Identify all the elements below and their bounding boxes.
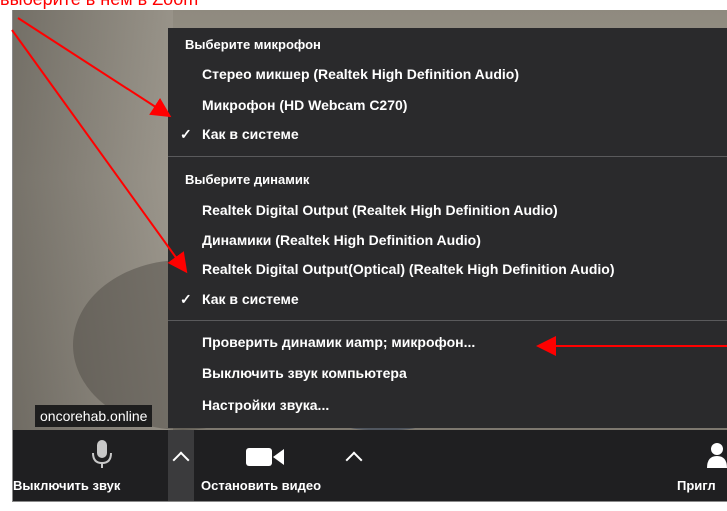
menu-item-audio-settings[interactable]: Настройки звука...: [168, 392, 727, 418]
audio-options-caret[interactable]: [168, 430, 194, 501]
menu-divider: [168, 156, 727, 157]
meeting-toolbar: Выключить звук Остановить видео Пригл: [13, 430, 727, 501]
stop-video-button[interactable]: Остановить видео: [199, 430, 345, 501]
menu-item-label: Микрофон (HD Webcam C270): [202, 97, 408, 113]
menu-item-microphone-system[interactable]: ✓ Как в системе: [168, 121, 727, 147]
video-camera-icon: [246, 448, 284, 466]
menu-item-speaker-optical[interactable]: Realtek Digital Output(Optical) (Realtek…: [168, 256, 727, 282]
person-icon: [707, 443, 727, 468]
invite-button-label: Пригл: [677, 478, 716, 493]
menu-divider: [168, 320, 727, 321]
mute-button-label: Выключить звук: [13, 478, 121, 493]
menu-item-microphone-webcam[interactable]: Микрофон (HD Webcam C270): [168, 92, 727, 118]
menu-item-speaker-digital-output[interactable]: Realtek Digital Output (Realtek High Def…: [168, 197, 727, 223]
menu-item-label: Проверить динамик иamp; микрофон...: [202, 334, 476, 350]
speaker-section-header: Выберите динамик: [185, 172, 310, 187]
mute-button[interactable]: Выключить звук: [13, 430, 168, 501]
microphone-section-header: Выберите микрофон: [185, 37, 321, 52]
menu-item-label: Стерео микшер (Realtek High Definition A…: [202, 66, 519, 82]
chevron-up-icon: [345, 451, 363, 469]
annotation-caption: выберите в нём в Zoom: [0, 0, 198, 10]
invite-button[interactable]: Пригл: [677, 430, 727, 501]
menu-item-label: Как в системе: [202, 291, 299, 307]
menu-item-speaker-speakers[interactable]: Динамики (Realtek High Definition Audio): [168, 227, 727, 253]
microphone-icon: [92, 440, 112, 468]
menu-item-test-speaker-mic[interactable]: Проверить динамик иamp; микрофон...: [168, 329, 727, 355]
check-icon: ✓: [180, 126, 192, 142]
menu-item-label: Realtek Digital Output (Realtek High Def…: [202, 202, 558, 218]
menu-item-label: Realtek Digital Output(Optical) (Realtek…: [202, 261, 615, 277]
menu-item-label: Настройки звука...: [202, 397, 330, 413]
menu-item-speaker-system[interactable]: ✓ Как в системе: [168, 286, 727, 312]
menu-item-label: Выключить звук компьютера: [202, 365, 407, 381]
video-options-caret[interactable]: [341, 430, 367, 501]
menu-item-label: Как в системе: [202, 126, 299, 142]
participant-name-tag: oncorehab.online: [35, 405, 153, 427]
menu-item-mute-computer-audio[interactable]: Выключить звук компьютера: [168, 360, 727, 386]
menu-item-label: Динамики (Realtek High Definition Audio): [202, 232, 481, 248]
chevron-up-icon: [172, 451, 190, 469]
audio-menu: Выберите микрофон Стерео микшер (Realtek…: [168, 28, 727, 428]
check-icon: ✓: [180, 291, 192, 307]
menu-item-microphone-stereo-mix[interactable]: Стерео микшер (Realtek High Definition A…: [168, 61, 727, 87]
stop-video-button-label: Остановить видео: [201, 478, 322, 493]
